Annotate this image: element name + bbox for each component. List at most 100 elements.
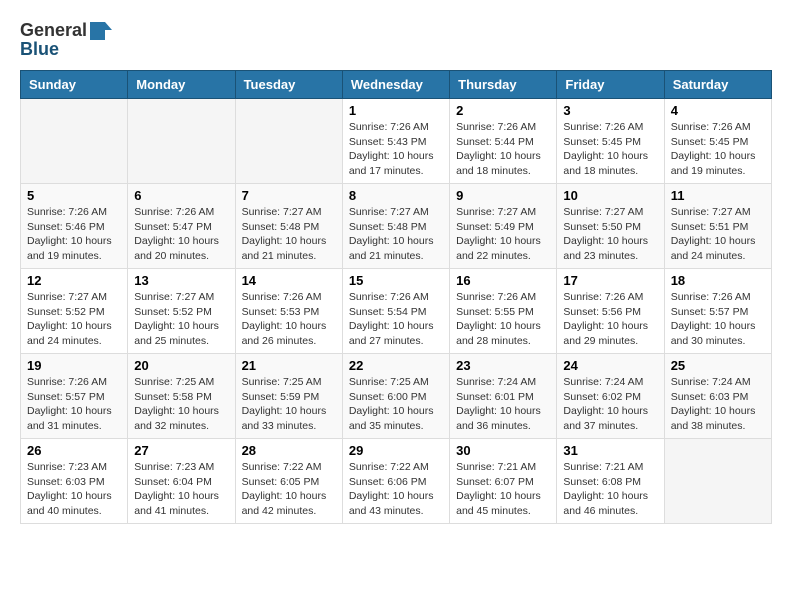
day-number-8: 8 — [349, 188, 443, 203]
day-info-5: Sunrise: 7:26 AM Sunset: 5:46 PM Dayligh… — [27, 205, 121, 264]
day-info-29: Sunrise: 7:22 AM Sunset: 6:06 PM Dayligh… — [349, 460, 443, 519]
logo: General Blue — [20, 20, 112, 60]
day-info-16: Sunrise: 7:26 AM Sunset: 5:55 PM Dayligh… — [456, 290, 550, 349]
logo-blue-text: Blue — [20, 39, 59, 60]
day-cell-23: 23Sunrise: 7:24 AM Sunset: 6:01 PM Dayli… — [450, 354, 557, 439]
day-number-29: 29 — [349, 443, 443, 458]
day-number-13: 13 — [134, 273, 228, 288]
day-number-18: 18 — [671, 273, 765, 288]
day-number-26: 26 — [27, 443, 121, 458]
day-cell-29: 29 Sunrise: 7:22 AM Sunset: 6:06 PM Dayli… — [342, 439, 449, 524]
day-cell-20: 20 Sunrise: 7:25 AM Sunset: 5:58 PM Dayli… — [128, 354, 235, 439]
day-info-22: Sunrise: 7:25 AM Sunset: 6:00 PM Dayligh… — [349, 375, 443, 434]
day-cell-6: 6 Sunrise: 7:26 AM Sunset: 5:47 PM Daylig… — [128, 184, 235, 269]
day-info-17: Sunrise: 7:26 AM Sunset: 5:56 PM Dayligh… — [563, 290, 657, 349]
day-cell-12: 12 Sunrise: 7:27 AM Sunset: 5:52 PM Dayli… — [21, 269, 128, 354]
day-number-24: 24 — [563, 358, 657, 373]
empty-cell — [128, 99, 235, 184]
day-cell-31: 31 Sunrise: 7:21 AM Sunset: 6:08 PM Dayli… — [557, 439, 664, 524]
day-cell-9: 9 Sunrise: 7:27 AM Sunset: 5:49 PM Daylig… — [450, 184, 557, 269]
day-info-24: Sunrise: 7:24 AM Sunset: 6:02 PM Dayligh… — [563, 375, 657, 434]
weekday-saturday: Saturday — [664, 71, 771, 99]
day-info-1: Sunrise: 7:26 AM Sunset: 5:43 PM Dayligh… — [349, 120, 443, 179]
day-cell-14: 14Sunrise: 7:26 AM Sunset: 5:53 PM Dayli… — [235, 269, 342, 354]
week-row-3: 12 Sunrise: 7:27 AM Sunset: 5:52 PM Dayli… — [21, 269, 772, 354]
day-cell-21: 21Sunrise: 7:25 AM Sunset: 5:59 PM Dayli… — [235, 354, 342, 439]
day-number-4: 4 — [671, 103, 765, 118]
day-cell-25: 25Sunrise: 7:24 AM Sunset: 6:03 PM Dayli… — [664, 354, 771, 439]
day-number-14: 14 — [242, 273, 336, 288]
day-number-10: 10 — [563, 188, 657, 203]
day-number-1: 1 — [349, 103, 443, 118]
day-info-15: Sunrise: 7:26 AM Sunset: 5:54 PM Dayligh… — [349, 290, 443, 349]
page-header: General Blue — [20, 20, 772, 60]
day-number-6: 6 — [134, 188, 228, 203]
weekday-thursday: Thursday — [450, 71, 557, 99]
day-cell-24: 24 Sunrise: 7:24 AM Sunset: 6:02 PM Dayli… — [557, 354, 664, 439]
empty-cell — [664, 439, 771, 524]
day-number-25: 25 — [671, 358, 765, 373]
week-row-2: 5 Sunrise: 7:26 AM Sunset: 5:46 PM Daylig… — [21, 184, 772, 269]
day-cell-7: 7 Sunrise: 7:27 AM Sunset: 5:48 PM Daylig… — [235, 184, 342, 269]
day-info-12: Sunrise: 7:27 AM Sunset: 5:52 PM Dayligh… — [27, 290, 121, 349]
day-cell-22: 22 Sunrise: 7:25 AM Sunset: 6:00 PM Dayli… — [342, 354, 449, 439]
day-info-13: Sunrise: 7:27 AM Sunset: 5:52 PM Dayligh… — [134, 290, 228, 349]
day-cell-3: 3 Sunrise: 7:26 AM Sunset: 5:45 PM Daylig… — [557, 99, 664, 184]
day-info-9: Sunrise: 7:27 AM Sunset: 5:49 PM Dayligh… — [456, 205, 550, 264]
day-cell-15: 15Sunrise: 7:26 AM Sunset: 5:54 PM Dayli… — [342, 269, 449, 354]
day-number-27: 27 — [134, 443, 228, 458]
day-cell-8: 8Sunrise: 7:27 AM Sunset: 5:48 PM Daylig… — [342, 184, 449, 269]
day-number-9: 9 — [456, 188, 550, 203]
weekday-header-row: SundayMondayTuesdayWednesdayThursdayFrid… — [21, 71, 772, 99]
day-cell-11: 11 Sunrise: 7:27 AM Sunset: 5:51 PM Dayli… — [664, 184, 771, 269]
day-info-3: Sunrise: 7:26 AM Sunset: 5:45 PM Dayligh… — [563, 120, 657, 179]
day-cell-1: 1 Sunrise: 7:26 AM Sunset: 5:43 PM Daylig… — [342, 99, 449, 184]
day-info-7: Sunrise: 7:27 AM Sunset: 5:48 PM Dayligh… — [242, 205, 336, 264]
day-cell-30: 30 Sunrise: 7:21 AM Sunset: 6:07 PM Dayli… — [450, 439, 557, 524]
day-info-28: Sunrise: 7:22 AM Sunset: 6:05 PM Dayligh… — [242, 460, 336, 519]
day-number-2: 2 — [456, 103, 550, 118]
day-cell-26: 26Sunrise: 7:23 AM Sunset: 6:03 PM Dayli… — [21, 439, 128, 524]
day-number-22: 22 — [349, 358, 443, 373]
day-info-11: Sunrise: 7:27 AM Sunset: 5:51 PM Dayligh… — [671, 205, 765, 264]
day-cell-10: 10 Sunrise: 7:27 AM Sunset: 5:50 PM Dayli… — [557, 184, 664, 269]
day-info-10: Sunrise: 7:27 AM Sunset: 5:50 PM Dayligh… — [563, 205, 657, 264]
day-number-5: 5 — [27, 188, 121, 203]
day-info-30: Sunrise: 7:21 AM Sunset: 6:07 PM Dayligh… — [456, 460, 550, 519]
day-cell-16: 16 Sunrise: 7:26 AM Sunset: 5:55 PM Dayli… — [450, 269, 557, 354]
week-row-1: 1 Sunrise: 7:26 AM Sunset: 5:43 PM Daylig… — [21, 99, 772, 184]
day-info-4: Sunrise: 7:26 AM Sunset: 5:45 PM Dayligh… — [671, 120, 765, 179]
day-info-20: Sunrise: 7:25 AM Sunset: 5:58 PM Dayligh… — [134, 375, 228, 434]
day-number-31: 31 — [563, 443, 657, 458]
day-info-6: Sunrise: 7:26 AM Sunset: 5:47 PM Dayligh… — [134, 205, 228, 264]
day-cell-4: 4 Sunrise: 7:26 AM Sunset: 5:45 PM Daylig… — [664, 99, 771, 184]
week-row-4: 19Sunrise: 7:26 AM Sunset: 5:57 PM Dayli… — [21, 354, 772, 439]
day-info-18: Sunrise: 7:26 AM Sunset: 5:57 PM Dayligh… — [671, 290, 765, 349]
day-number-16: 16 — [456, 273, 550, 288]
empty-cell — [235, 99, 342, 184]
day-number-30: 30 — [456, 443, 550, 458]
logo-bird-icon — [90, 22, 112, 40]
day-number-21: 21 — [242, 358, 336, 373]
calendar-table: SundayMondayTuesdayWednesdayThursdayFrid… — [20, 70, 772, 524]
day-number-28: 28 — [242, 443, 336, 458]
day-number-23: 23 — [456, 358, 550, 373]
day-cell-27: 27 Sunrise: 7:23 AM Sunset: 6:04 PM Dayli… — [128, 439, 235, 524]
day-number-12: 12 — [27, 273, 121, 288]
weekday-sunday: Sunday — [21, 71, 128, 99]
logo-general-text: General — [20, 20, 87, 41]
day-number-20: 20 — [134, 358, 228, 373]
day-cell-17: 17 Sunrise: 7:26 AM Sunset: 5:56 PM Dayli… — [557, 269, 664, 354]
day-cell-5: 5 Sunrise: 7:26 AM Sunset: 5:46 PM Daylig… — [21, 184, 128, 269]
day-number-11: 11 — [671, 188, 765, 203]
empty-cell — [21, 99, 128, 184]
day-number-3: 3 — [563, 103, 657, 118]
day-info-27: Sunrise: 7:23 AM Sunset: 6:04 PM Dayligh… — [134, 460, 228, 519]
day-info-31: Sunrise: 7:21 AM Sunset: 6:08 PM Dayligh… — [563, 460, 657, 519]
day-info-19: Sunrise: 7:26 AM Sunset: 5:57 PM Dayligh… — [27, 375, 121, 434]
day-cell-13: 13 Sunrise: 7:27 AM Sunset: 5:52 PM Dayli… — [128, 269, 235, 354]
weekday-monday: Monday — [128, 71, 235, 99]
day-number-17: 17 — [563, 273, 657, 288]
weekday-tuesday: Tuesday — [235, 71, 342, 99]
day-number-7: 7 — [242, 188, 336, 203]
